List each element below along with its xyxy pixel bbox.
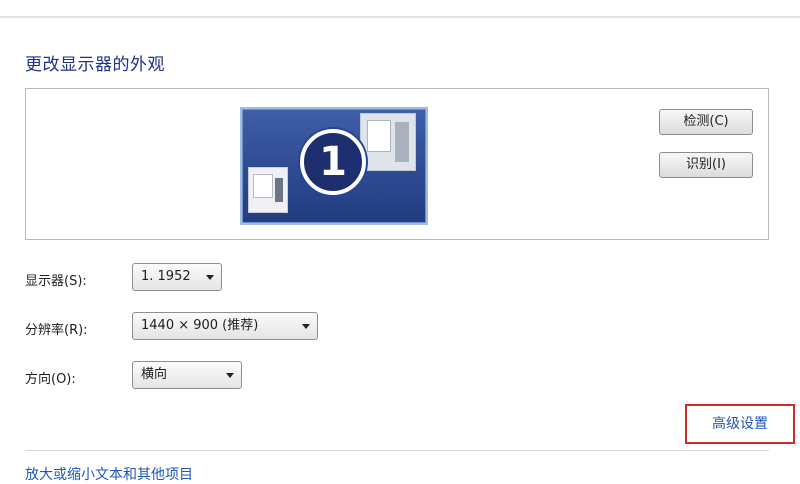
monitor-number-badge: 1 — [300, 129, 366, 195]
display-select-value: 1. 1952 — [141, 269, 191, 284]
resolution-select-value: 1440 × 900 (推荐) — [141, 318, 259, 333]
orientation-select-value: 横向 — [141, 367, 168, 382]
orientation-select[interactable]: 横向 — [132, 361, 242, 389]
chevron-down-icon — [226, 373, 234, 378]
advanced-settings-link[interactable]: 高级设置 — [685, 404, 795, 444]
detect-button[interactable]: 检测(C) — [659, 109, 753, 135]
display-select[interactable]: 1. 1952 — [132, 263, 222, 291]
chevron-down-icon — [206, 275, 214, 280]
window-thumbnail-left — [248, 167, 288, 213]
identify-button[interactable]: 识别(I) — [659, 152, 753, 178]
window-top-band — [0, 0, 800, 18]
divider — [25, 450, 769, 451]
text-size-link[interactable]: 放大或缩小文本和其他项目 — [25, 464, 193, 484]
window-thumbnail-right — [360, 113, 416, 171]
chevron-down-icon — [302, 324, 310, 329]
resolution-select[interactable]: 1440 × 900 (推荐) — [132, 312, 318, 340]
orientation-label: 方向(O): — [25, 372, 76, 387]
page-title: 更改显示器的外观 — [25, 55, 165, 75]
resolution-label: 分辨率(R): — [25, 323, 88, 338]
display-label: 显示器(S): — [25, 274, 87, 289]
monitor-icon[interactable]: 1 — [240, 107, 428, 225]
display-preview-panel: 1 检测(C) 识别(I) — [25, 88, 769, 240]
